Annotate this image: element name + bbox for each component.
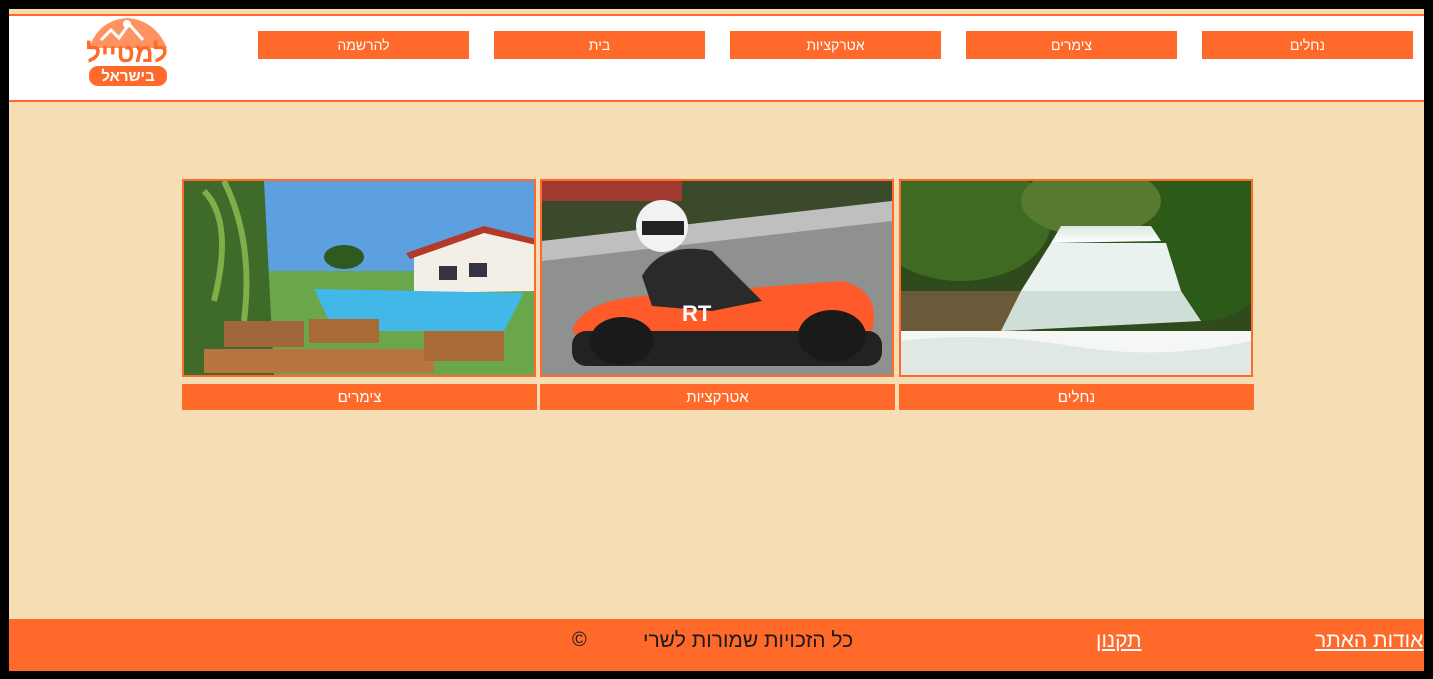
- rights-text: כל הזכויות שמורות לשרי: [643, 629, 854, 652]
- about-link[interactable]: אודות האתר: [1315, 629, 1423, 653]
- logo-subtitle: בישראל: [101, 68, 155, 85]
- page-frame: נחלים צימרים אטרקציות בית להרשמה למטייל …: [9, 9, 1424, 671]
- attractions-image[interactable]: RT: [540, 179, 894, 377]
- nav-cabins-button[interactable]: צימרים: [966, 31, 1177, 59]
- nav-streams-button[interactable]: נחלים: [1202, 31, 1413, 59]
- attractions-card-label[interactable]: אטרקציות: [540, 384, 895, 410]
- cabins-card-label[interactable]: צימרים: [182, 384, 537, 410]
- site-logo[interactable]: למטייל בישראל: [79, 14, 175, 90]
- streams-image[interactable]: [899, 179, 1253, 377]
- logo-title: למטייל: [86, 38, 168, 68]
- streams-card-label[interactable]: נחלים: [899, 384, 1254, 410]
- nav-home-button[interactable]: בית: [494, 31, 705, 59]
- nav-register-button[interactable]: להרשמה: [258, 31, 469, 59]
- copyright-icon: ©: [572, 629, 587, 651]
- nav-attractions-button[interactable]: אטרקציות: [730, 31, 941, 59]
- terms-link[interactable]: תקנון: [1096, 629, 1142, 653]
- footer: אודות האתר תקנון כל הזכויות שמורות לשרי …: [9, 619, 1424, 671]
- svg-text:RT: RT: [682, 301, 712, 326]
- header: נחלים צימרים אטרקציות בית להרשמה למטייל …: [9, 14, 1424, 102]
- cabins-image[interactable]: [182, 179, 536, 377]
